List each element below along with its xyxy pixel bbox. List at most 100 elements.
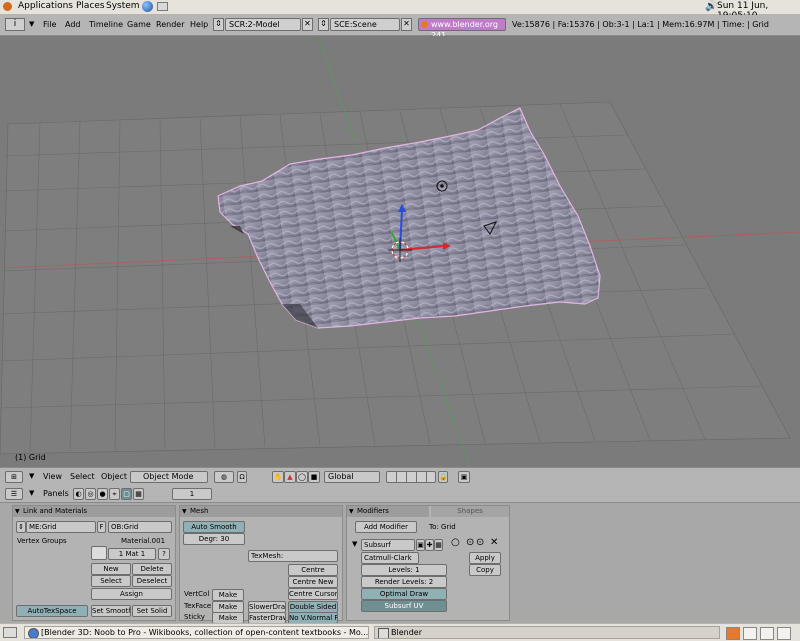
menu-places[interactable]: Places — [76, 1, 105, 11]
scene-tab-icon[interactable]: ▦ — [133, 488, 144, 500]
object-name-field[interactable]: OB:Grid — [108, 521, 172, 533]
menu-applications[interactable]: Applications — [18, 1, 73, 11]
centre-button[interactable]: Centre — [288, 564, 338, 576]
shapes-tab[interactable]: Shapes — [431, 506, 509, 517]
subdivision-type-select[interactable]: Catmull-Clark — [361, 552, 419, 564]
modifier-delete-icon[interactable]: ✕ — [490, 537, 498, 548]
email-icon[interactable] — [157, 2, 168, 11]
draw-type-button[interactable]: ◍ — [214, 471, 234, 483]
logic-tab-icon[interactable]: ◐ — [73, 488, 84, 500]
texmesh-field[interactable]: TexMesh: — [248, 550, 338, 562]
modifier-editmode-icon[interactable]: ▦ — [434, 539, 443, 551]
buttons-window-type-button[interactable]: ☰ — [5, 488, 23, 500]
material-name-label: Material.001 — [121, 537, 166, 545]
scene-field[interactable]: SCE:Scene — [330, 18, 400, 31]
modifier-move-up-icon[interactable]: ⊙ — [466, 537, 474, 548]
ubuntu-logo-icon[interactable] — [3, 2, 12, 11]
object-tab-icon[interactable]: ⌖ — [109, 488, 120, 500]
layers-row-1[interactable] — [386, 471, 436, 483]
scene-browse-button[interactable]: ⇕ — [318, 18, 329, 31]
material-color-swatch[interactable] — [91, 546, 107, 560]
link-materials-title[interactable]: Link and Materials — [13, 506, 175, 517]
collapse-arrow-icon[interactable]: ▼ — [29, 20, 34, 28]
menu-select[interactable]: Select — [70, 472, 95, 481]
copy-modifier-button[interactable]: Copy — [469, 564, 501, 576]
vertcol-make-button[interactable]: Make — [212, 589, 244, 601]
delete-material-button[interactable]: Delete — [132, 563, 172, 575]
add-modifier-button[interactable]: Add Modifier — [355, 521, 417, 533]
auto-smooth-toggle[interactable]: Auto Smooth — [183, 521, 245, 533]
scene-close-icon[interactable]: ✕ — [401, 18, 412, 31]
modifier-toggle-circle-icon[interactable]: ○ — [451, 537, 460, 548]
web-browser-icon[interactable] — [142, 1, 153, 12]
blender-url-button[interactable]: www.blender.org 241 — [418, 18, 506, 40]
window-type-icon[interactable]: i — [5, 18, 25, 31]
menu-game[interactable]: Game — [127, 20, 151, 29]
volume-icon[interactable]: 🔊 — [705, 1, 717, 12]
manipulator-hand-icon[interactable]: ✋ — [272, 471, 284, 483]
workspace-4[interactable] — [777, 627, 791, 640]
degree-field[interactable]: Degr: 30 — [183, 533, 245, 545]
mesh-name-field[interactable]: ME:Grid — [26, 521, 96, 533]
apply-modifier-button[interactable]: Apply — [469, 552, 501, 564]
taskbar-browser-window[interactable]: [Blender 3D: Noob to Pro - Wikibooks, co… — [24, 626, 369, 639]
script-tab-icon[interactable]: ◎ — [85, 488, 96, 500]
frame-field[interactable]: 1 — [172, 488, 212, 500]
mesh-title[interactable]: Mesh — [180, 506, 342, 517]
view-window-type-button[interactable]: ⊞ — [5, 471, 23, 483]
set-solid-button[interactable]: Set Solid — [132, 605, 172, 617]
fake-user-button[interactable]: F — [97, 521, 106, 533]
screen-close-icon[interactable]: ✕ — [302, 18, 313, 31]
menu-system[interactable]: System — [106, 1, 140, 11]
menu-add[interactable]: Add — [65, 20, 81, 29]
mesh-browse-button[interactable]: ⇕ — [16, 521, 26, 533]
menu-view[interactable]: View — [43, 472, 62, 481]
set-smooth-button[interactable]: Set Smooth — [91, 605, 131, 617]
manipulator-scale-icon[interactable]: ■ — [308, 471, 320, 483]
collapse-arrow-icon[interactable]: ▼ — [29, 489, 34, 497]
show-desktop-icon[interactable] — [3, 627, 17, 638]
centre-cursor-button[interactable]: Centre Cursor — [288, 588, 338, 600]
orientation-select[interactable]: Global — [324, 471, 380, 483]
shading-tab-icon[interactable]: ● — [97, 488, 108, 500]
modifier-realtime-icon[interactable]: ✚ — [425, 539, 434, 551]
assign-material-button[interactable]: Assign — [91, 588, 172, 600]
workspace-3[interactable] — [760, 627, 774, 640]
screen-browse-button[interactable]: ⇕ — [213, 18, 224, 31]
menu-object[interactable]: Object — [101, 472, 127, 481]
manipulator-rotate-icon[interactable]: ◯ — [296, 471, 308, 483]
levels-field[interactable]: Levels: 1 — [361, 564, 447, 576]
subsurf-uv-toggle[interactable]: Subsurf UV — [361, 600, 447, 612]
manipulator-translate-icon[interactable]: ▲ — [284, 471, 296, 483]
menu-render[interactable]: Render — [156, 20, 184, 29]
deselect-material-button[interactable]: Deselect — [132, 575, 172, 587]
modifiers-tab[interactable]: Modifiers — [347, 506, 429, 517]
menu-timeline[interactable]: Timeline — [89, 20, 123, 29]
optimal-draw-toggle[interactable]: Optimal Draw — [361, 588, 447, 600]
modifier-render-icon[interactable]: ▣ — [416, 539, 425, 551]
collapse-arrow-icon[interactable]: ▼ — [29, 472, 34, 480]
workspace-1[interactable] — [726, 627, 740, 640]
modifier-name-field[interactable]: Subsurf — [361, 539, 415, 551]
material-help-button[interactable]: ? — [158, 548, 170, 560]
autotexspace-toggle[interactable]: AutoTexSpace — [16, 605, 88, 617]
editing-tab-icon[interactable]: ▢ — [121, 488, 132, 500]
3d-viewport[interactable]: (1) Grid — [0, 36, 800, 467]
layers-row-2[interactable]: 🔒 — [438, 471, 448, 483]
modifier-move-down-icon[interactable]: ⊙ — [476, 537, 484, 548]
taskbar-blender-window[interactable]: Blender — [374, 626, 720, 639]
material-index-field[interactable]: 1 Mat 1 — [108, 548, 156, 560]
new-material-button[interactable]: New — [91, 563, 131, 575]
screen-field[interactable]: SCR:2-Model — [225, 18, 301, 31]
modifier-expand-icon[interactable]: ▼ — [352, 540, 357, 548]
menu-help[interactable]: Help — [190, 20, 208, 29]
pivot-button[interactable]: Ω — [237, 471, 247, 483]
mode-select[interactable]: Object Mode — [130, 471, 208, 483]
render-preview-button[interactable]: ▣ — [458, 471, 470, 483]
render-levels-field[interactable]: Render Levels: 2 — [361, 576, 447, 588]
workspace-2[interactable] — [743, 627, 757, 640]
texface-label: TexFace — [184, 602, 212, 610]
centre-new-button[interactable]: Centre New — [288, 576, 338, 588]
menu-file[interactable]: File — [43, 20, 56, 29]
select-material-button[interactable]: Select — [91, 575, 131, 587]
